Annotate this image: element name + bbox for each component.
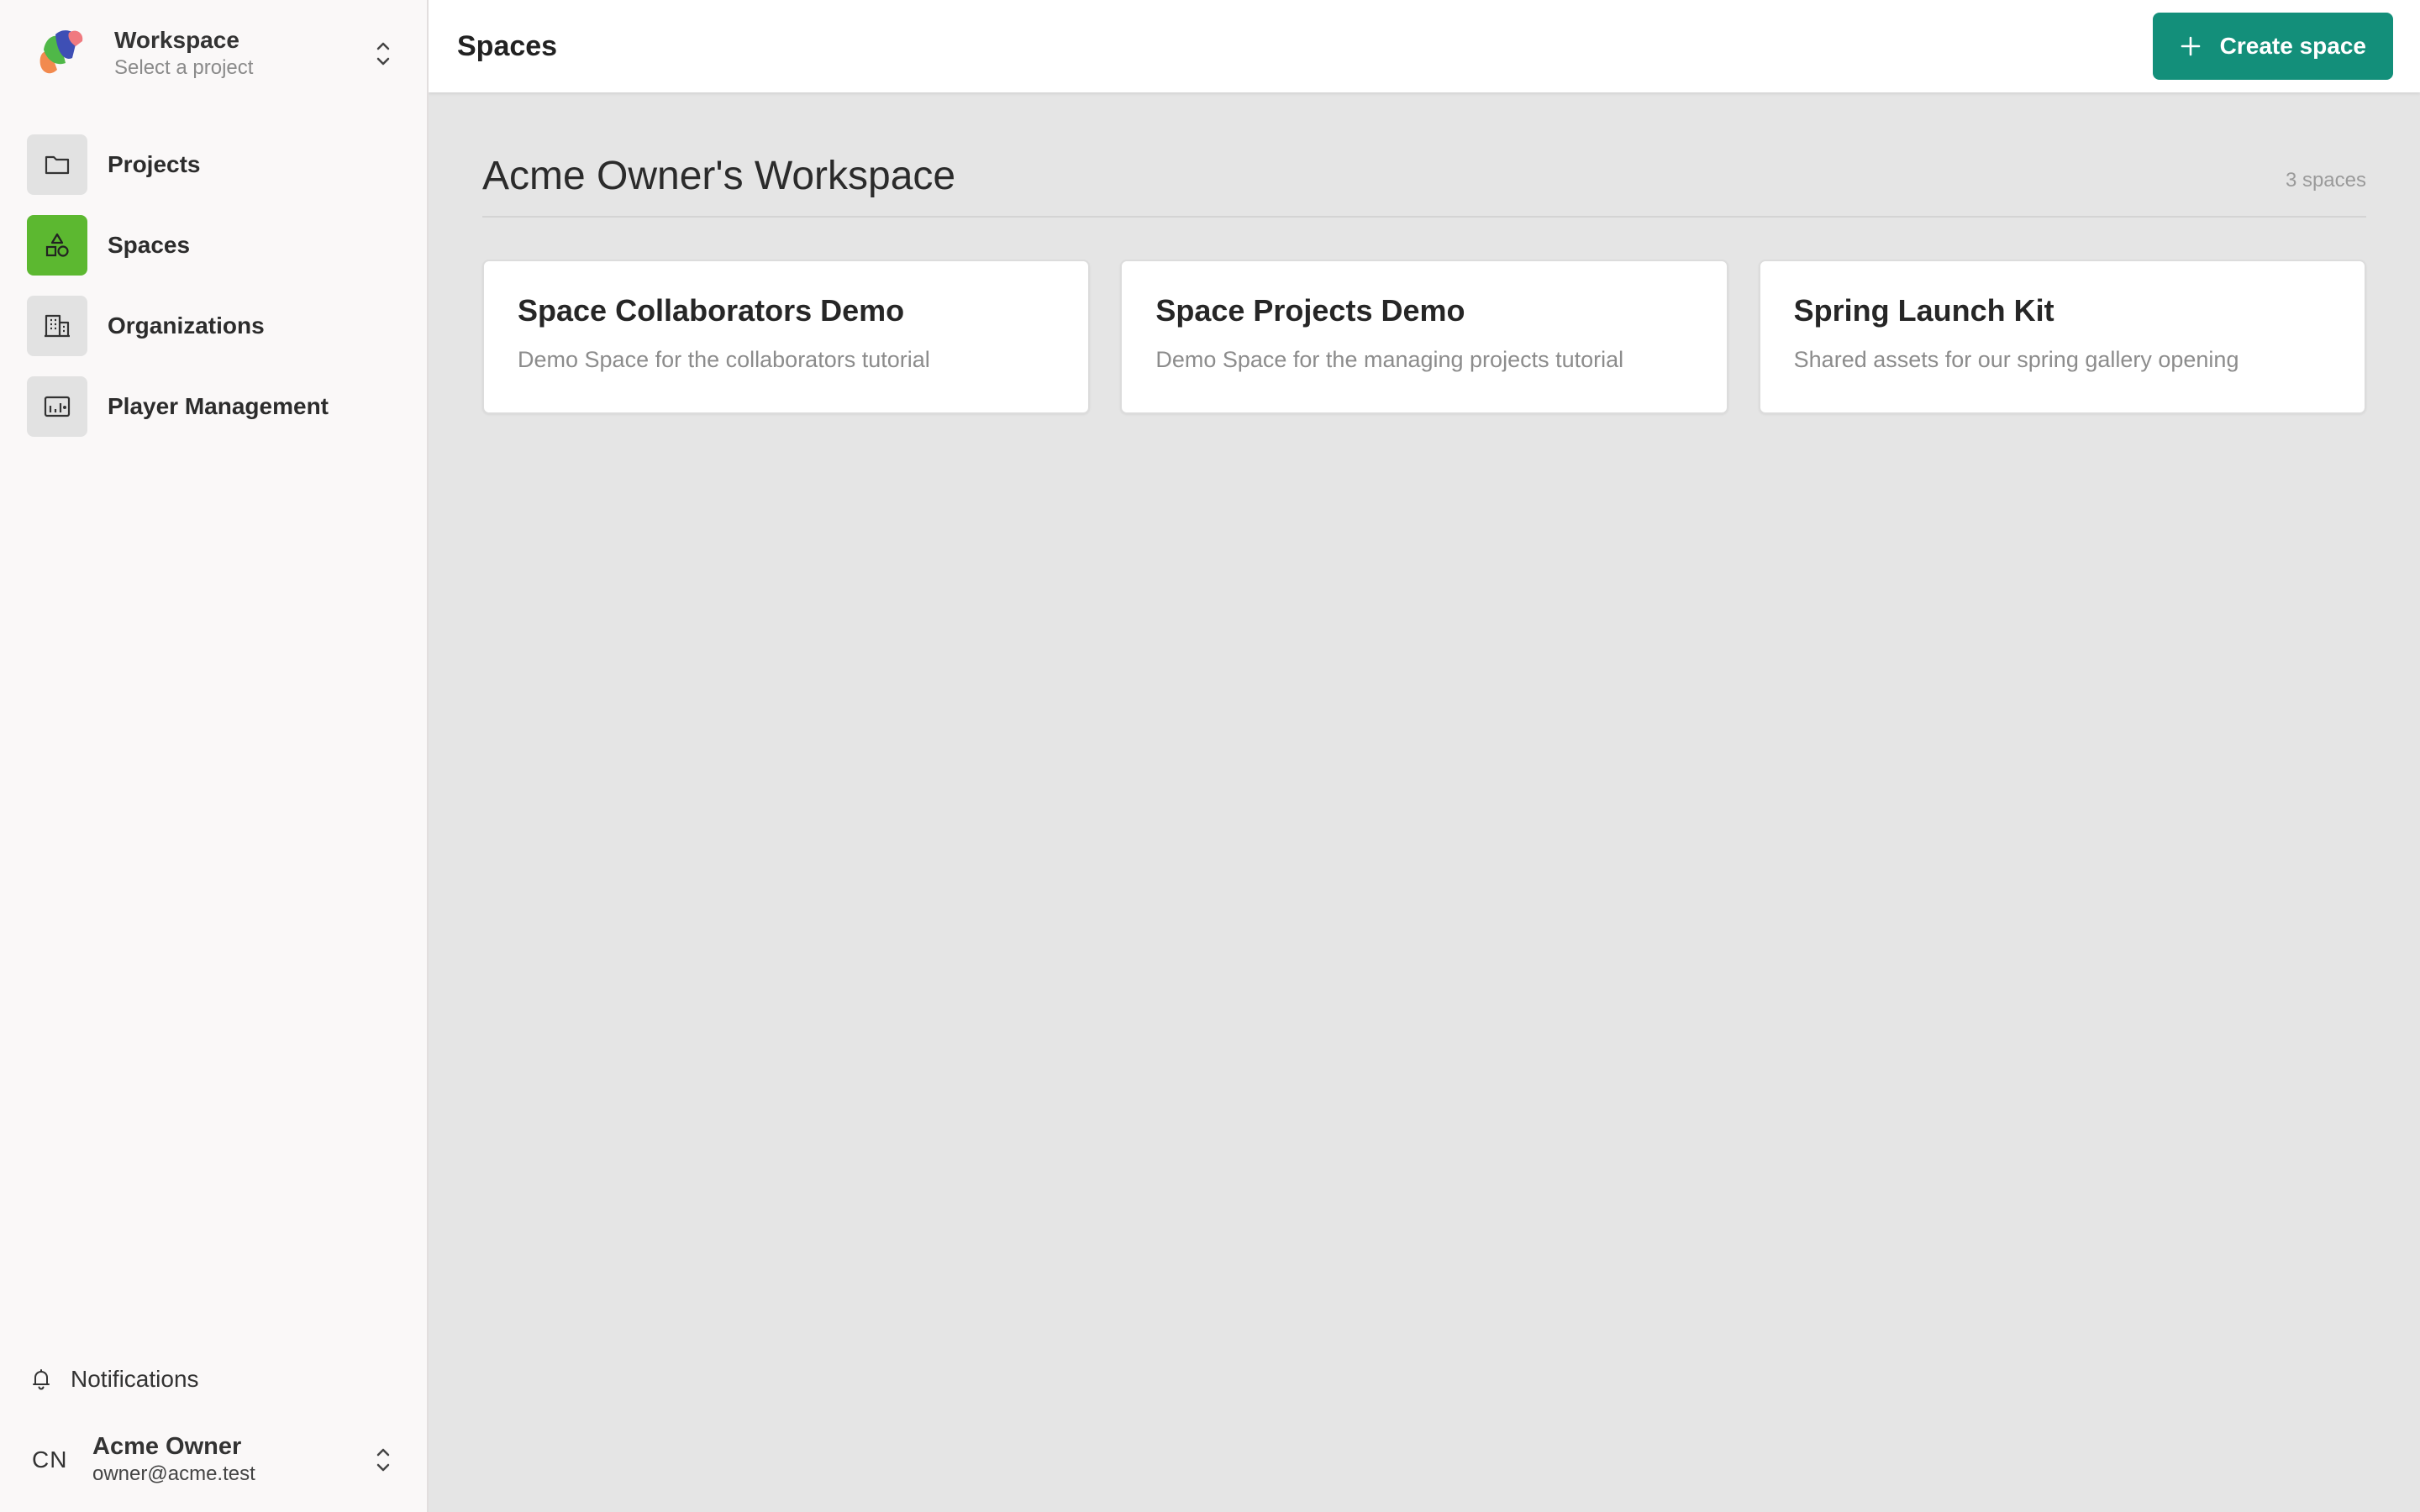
- sidebar-item-projects[interactable]: Projects: [0, 124, 427, 205]
- space-card-title: Spring Launch Kit: [1793, 293, 2054, 328]
- user-menu[interactable]: CN Acme Owner owner@acme.test: [0, 1425, 427, 1512]
- space-card[interactable]: Space Collaborators Demo Demo Space for …: [482, 260, 1091, 414]
- space-cards: Space Collaborators Demo Demo Space for …: [482, 260, 2366, 414]
- building-icon: [27, 296, 87, 356]
- sidebar-item-spaces[interactable]: Spaces: [0, 205, 427, 286]
- app-root: Workspace Select a project Projects Spac…: [0, 0, 2420, 1512]
- user-email: owner@acme.test: [92, 1462, 255, 1485]
- create-space-label: Create space: [2219, 33, 2366, 59]
- plus-icon: [2181, 36, 2200, 56]
- sidebar-item-label: Player Management: [108, 393, 329, 419]
- space-card[interactable]: Space Projects Demo Demo Space for the m…: [1120, 260, 1728, 414]
- page-title: Spaces: [457, 29, 558, 62]
- workspace-title: Workspace: [114, 27, 239, 53]
- sidebar-bottom: Notifications CN Acme Owner owner@acme.t…: [0, 1354, 427, 1512]
- sidebar: Workspace Select a project Projects Spac…: [0, 0, 429, 1512]
- sidebar-nav: Projects Spaces Organizations Player Man…: [0, 124, 427, 447]
- notifications-label: Notifications: [71, 1366, 199, 1392]
- shapes-icon: [27, 215, 87, 276]
- top-bar: Spaces Create space: [429, 0, 2420, 92]
- bell-icon: [33, 1369, 50, 1390]
- sidebar-item-label: Spaces: [108, 232, 191, 258]
- sidebar-item-player-management[interactable]: Player Management: [0, 366, 427, 447]
- spaces-content: Acme Owner's Workspace 3 spaces Space Co…: [429, 92, 2420, 414]
- sidebar-item-organizations[interactable]: Organizations: [0, 286, 427, 366]
- spaces-count: 3 spaces: [2285, 169, 2366, 192]
- space-card-description: Demo Space for the managing projects tut…: [1155, 347, 1624, 372]
- sidebar-item-label: Projects: [108, 151, 201, 177]
- user-name: Acme Owner: [92, 1433, 242, 1460]
- space-card-description: Shared assets for our spring gallery ope…: [1793, 347, 2239, 372]
- space-card-description: Demo Space for the collaborators tutoria…: [518, 347, 930, 372]
- workspace-logo: [39, 30, 83, 74]
- player-management-icon: [27, 376, 87, 437]
- space-card-title: Space Collaborators Demo: [518, 293, 905, 328]
- space-card[interactable]: Spring Launch Kit Shared assets for our …: [1758, 260, 2366, 414]
- main-area: Spaces Create space Acme Owner's Workspa…: [429, 0, 2420, 1512]
- workspace-subtitle: Select a project: [114, 56, 254, 79]
- avatar: CN: [32, 1446, 68, 1473]
- workspace-heading: Acme Owner's Workspace: [482, 154, 956, 198]
- notifications-button[interactable]: Notifications: [0, 1354, 427, 1404]
- chevron-up-down-icon: [376, 1448, 390, 1472]
- workspace-switcher-text: Workspace Select a project: [114, 26, 371, 81]
- folder-icon: [27, 134, 87, 195]
- workspace-switcher[interactable]: Workspace Select a project: [0, 0, 427, 108]
- workspace-section-header: Acme Owner's Workspace 3 spaces: [482, 153, 2366, 218]
- user-info: Acme Owner owner@acme.test: [92, 1432, 371, 1488]
- space-card-title: Space Projects Demo: [1155, 293, 1465, 328]
- chevron-up-down-icon: [376, 42, 390, 66]
- sidebar-item-label: Organizations: [108, 312, 265, 339]
- create-space-button[interactable]: Create space: [2152, 13, 2393, 80]
